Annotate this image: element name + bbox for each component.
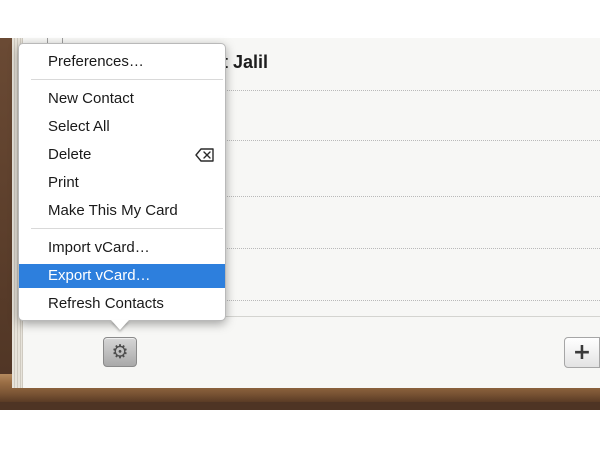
menu-pointer bbox=[111, 320, 129, 330]
gear-icon: ⚙ bbox=[111, 340, 129, 363]
menu-item-preferences[interactable]: Preferences… bbox=[19, 50, 225, 74]
field-line[interactable] bbox=[222, 248, 600, 249]
field-line[interactable] bbox=[222, 300, 600, 301]
menu-separator bbox=[31, 79, 223, 80]
menu-item-refresh-contacts[interactable]: Refresh Contacts bbox=[19, 292, 225, 316]
menu-item-new-contact[interactable]: New Contact bbox=[19, 87, 225, 111]
contacts-window: t Jalil ⚙ + Preferences… New Contact Sel… bbox=[0, 0, 600, 450]
field-line[interactable] bbox=[222, 196, 600, 197]
menu-separator bbox=[31, 228, 223, 229]
field-line[interactable] bbox=[222, 140, 600, 141]
plus-icon: + bbox=[572, 339, 592, 365]
action-menu-button[interactable]: ⚙ bbox=[103, 337, 137, 367]
menu-item-import-vcard[interactable]: Import vCard… bbox=[19, 236, 225, 260]
action-menu: Preferences… New Contact Select All Dele… bbox=[18, 43, 226, 321]
delete-key-icon bbox=[195, 148, 214, 162]
field-line[interactable] bbox=[222, 90, 600, 91]
menu-item-make-my-card[interactable]: Make This My Card bbox=[19, 199, 225, 223]
menu-item-export-vcard[interactable]: Export vCard… bbox=[19, 264, 225, 288]
contact-name: t Jalil bbox=[222, 52, 269, 72]
menu-item-select-all[interactable]: Select All bbox=[19, 115, 225, 139]
menu-item-print[interactable]: Print bbox=[19, 171, 225, 195]
add-contact-button[interactable]: + bbox=[564, 337, 600, 368]
